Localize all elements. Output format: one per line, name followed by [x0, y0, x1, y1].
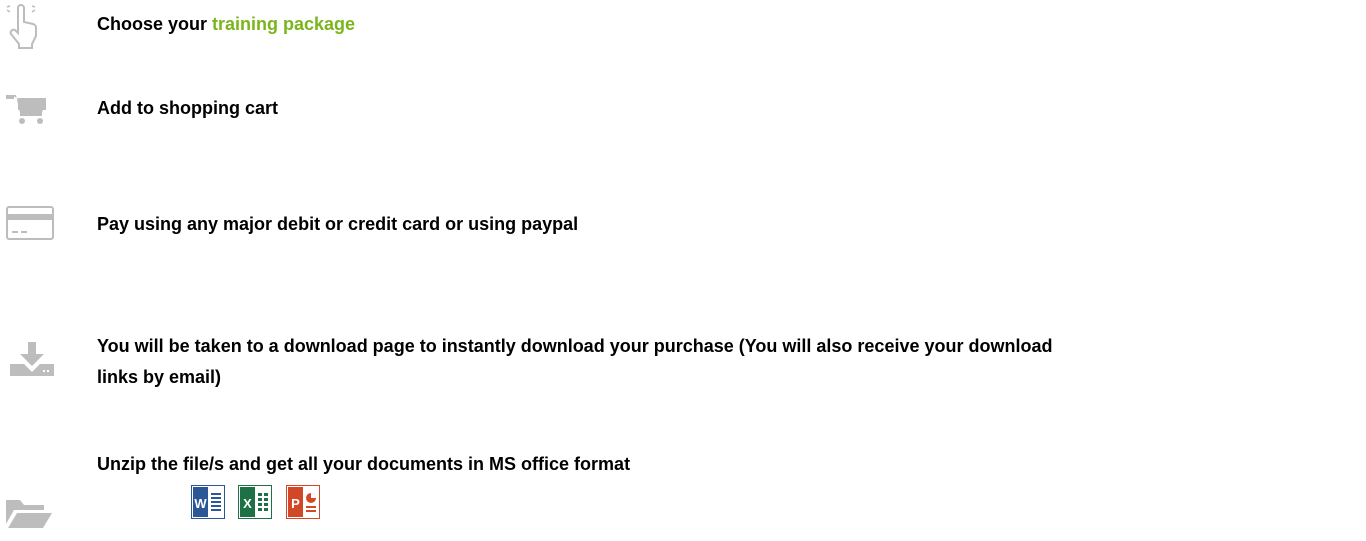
- step-choose-package-text: Choose your training package: [97, 10, 1366, 38]
- folder-open-icon: [6, 498, 62, 538]
- step-add-to-cart: Add to shopping cart: [0, 80, 1366, 130]
- step-unzip-text: Unzip the file/s and get all your docume…: [97, 454, 631, 474]
- step-download-line-2: links by email): [97, 367, 222, 387]
- shopping-cart-icon: [6, 92, 62, 132]
- excel-icon: X: [237, 484, 273, 520]
- powerpoint-icon-letter: P: [291, 496, 300, 511]
- hand-pointer-icon: [4, 4, 60, 49]
- step-choose-prefix: Choose your: [97, 14, 213, 34]
- step-add-to-cart-text: Add to shopping cart: [97, 98, 278, 118]
- word-icon-letter: W: [194, 496, 207, 511]
- step-pay-text: Pay using any major debit or credit card…: [97, 214, 579, 234]
- word-icon: W: [190, 484, 226, 520]
- training-package-link[interactable]: training package: [212, 14, 355, 34]
- step-download-text: You will be taken to a download page to …: [97, 332, 1366, 391]
- powerpoint-icon: P: [285, 484, 321, 520]
- step-choose-package: Choose your training package: [0, 0, 1366, 60]
- step-download: You will be taken to a download page to …: [0, 328, 1366, 408]
- download-icon: [10, 342, 66, 382]
- step-download-line-1: You will be taken to a download page to …: [97, 336, 1053, 356]
- credit-card-icon: [6, 206, 62, 246]
- excel-icon-letter: X: [243, 496, 252, 511]
- step-pay: Pay using any major debit or credit card…: [0, 190, 1366, 250]
